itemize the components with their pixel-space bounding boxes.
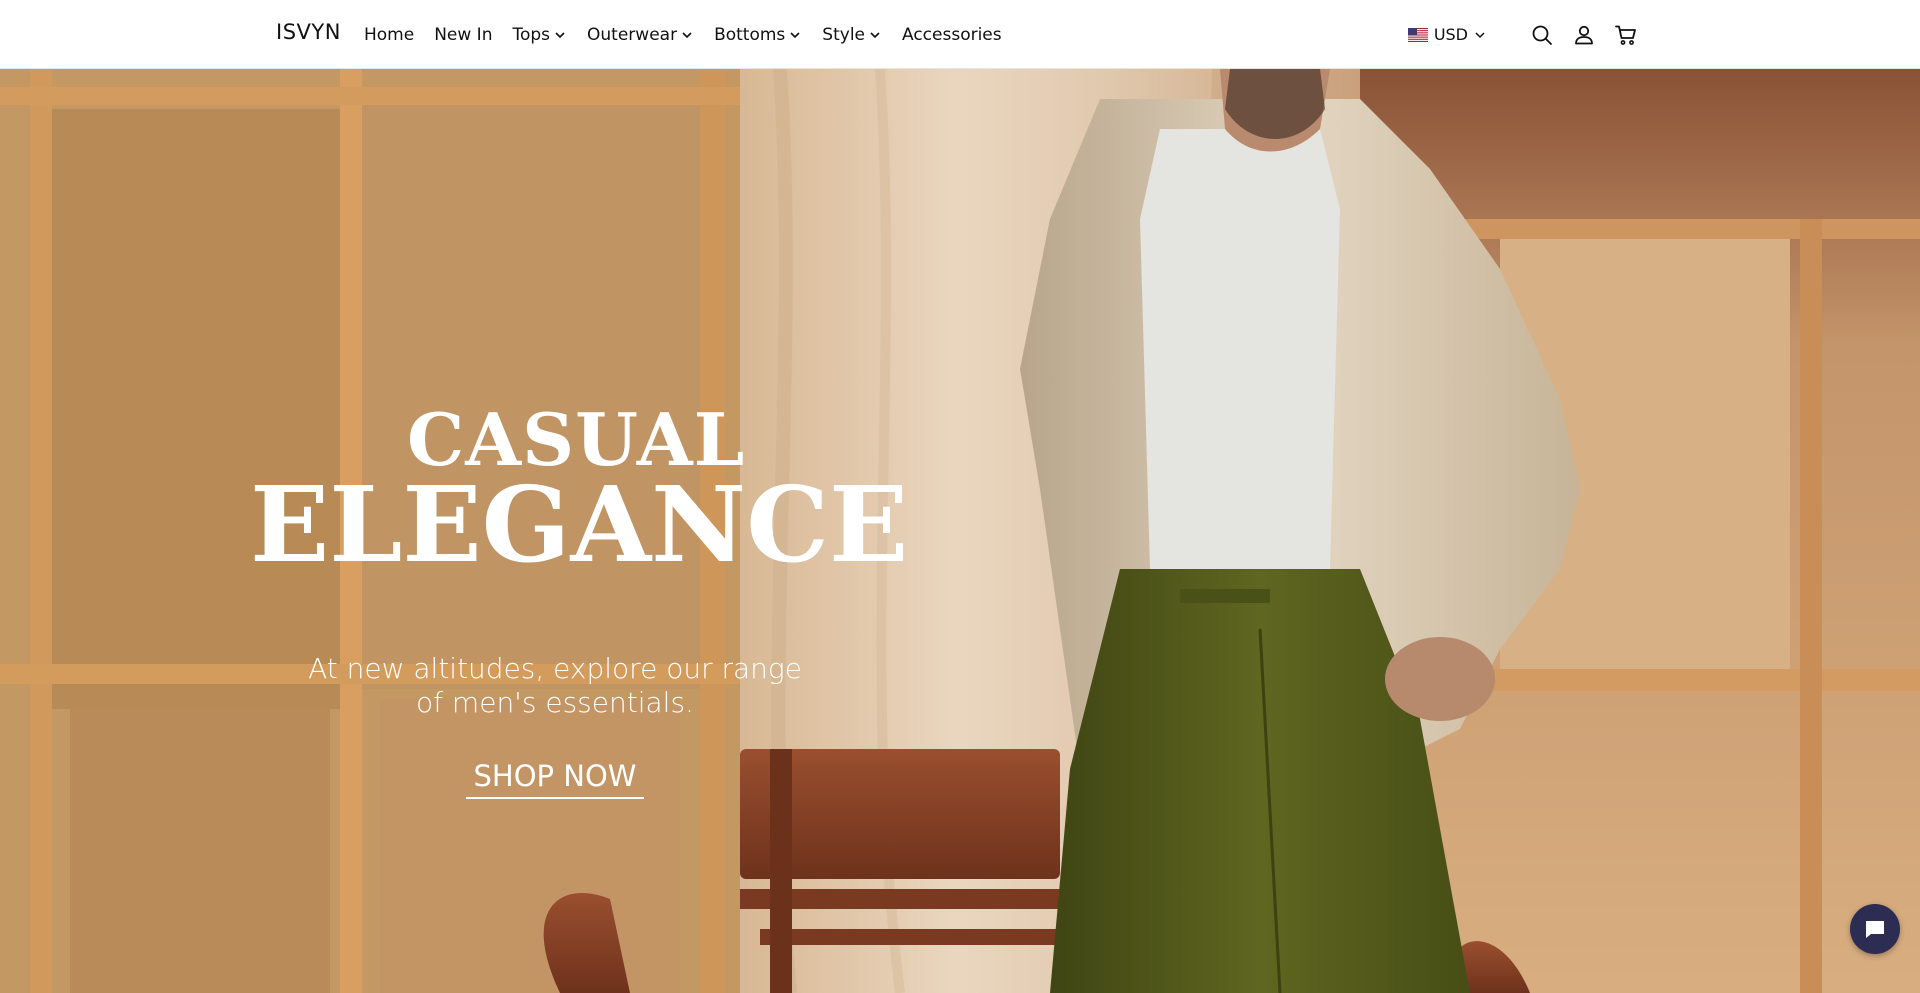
cart-icon[interactable] — [1614, 23, 1638, 47]
chevron-down-icon — [680, 28, 694, 42]
hero-title-line2: ELEGANCE — [250, 463, 909, 586]
header-utilities: USD — [1407, 0, 1638, 69]
nav-item-label: Bottoms — [714, 24, 786, 45]
nav-item-outerwear[interactable]: Outerwear — [587, 25, 694, 45]
us-flag-icon — [1407, 27, 1428, 42]
nav-item-label: New In — [434, 24, 493, 45]
site-header: ISVYN Home New In Tops Outerwear Bottoms — [0, 0, 1920, 69]
nav-item-accessories[interactable]: Accessories — [902, 25, 1002, 45]
nav-item-label: Accessories — [902, 24, 1002, 45]
chevron-down-icon — [788, 28, 802, 42]
chat-bubble-icon — [1866, 921, 1884, 938]
hero-subtitle: At new altitudes, explore our range of m… — [280, 652, 830, 720]
chevron-down-icon — [553, 28, 567, 42]
nav-item-label: Tops — [512, 24, 551, 45]
shop-now-button[interactable]: SHOP NOW — [466, 759, 644, 799]
nav-item-tops[interactable]: Tops — [512, 25, 567, 45]
account-icon[interactable] — [1572, 23, 1596, 47]
nav-item-label: Outerwear — [587, 24, 678, 45]
nav-item-home[interactable]: Home — [364, 25, 414, 45]
brand-logo[interactable]: ISVYN — [276, 20, 341, 44]
nav-item-label: Style — [822, 24, 865, 45]
chat-button[interactable] — [1850, 904, 1900, 954]
nav-item-bottoms[interactable]: Bottoms — [714, 25, 802, 45]
main-nav: Home New In Tops Outerwear Bottoms Style — [364, 0, 1022, 69]
nav-item-label: Home — [364, 24, 415, 45]
chevron-down-icon — [1475, 31, 1485, 38]
nav-item-style[interactable]: Style — [822, 25, 882, 45]
nav-item-new-in[interactable]: New In — [434, 25, 492, 45]
search-icon[interactable] — [1530, 23, 1554, 47]
currency-selector[interactable]: USD — [1407, 25, 1486, 44]
hero-subtitle-line1: At new altitudes, explore our range — [308, 652, 802, 685]
hero-subtitle-line2: of men's essentials. — [416, 686, 694, 719]
chevron-down-icon — [868, 28, 882, 42]
hero-banner: CASUAL ELEGANCE At new altitudes, explor… — [0, 69, 1920, 993]
currency-label: USD — [1433, 25, 1468, 44]
